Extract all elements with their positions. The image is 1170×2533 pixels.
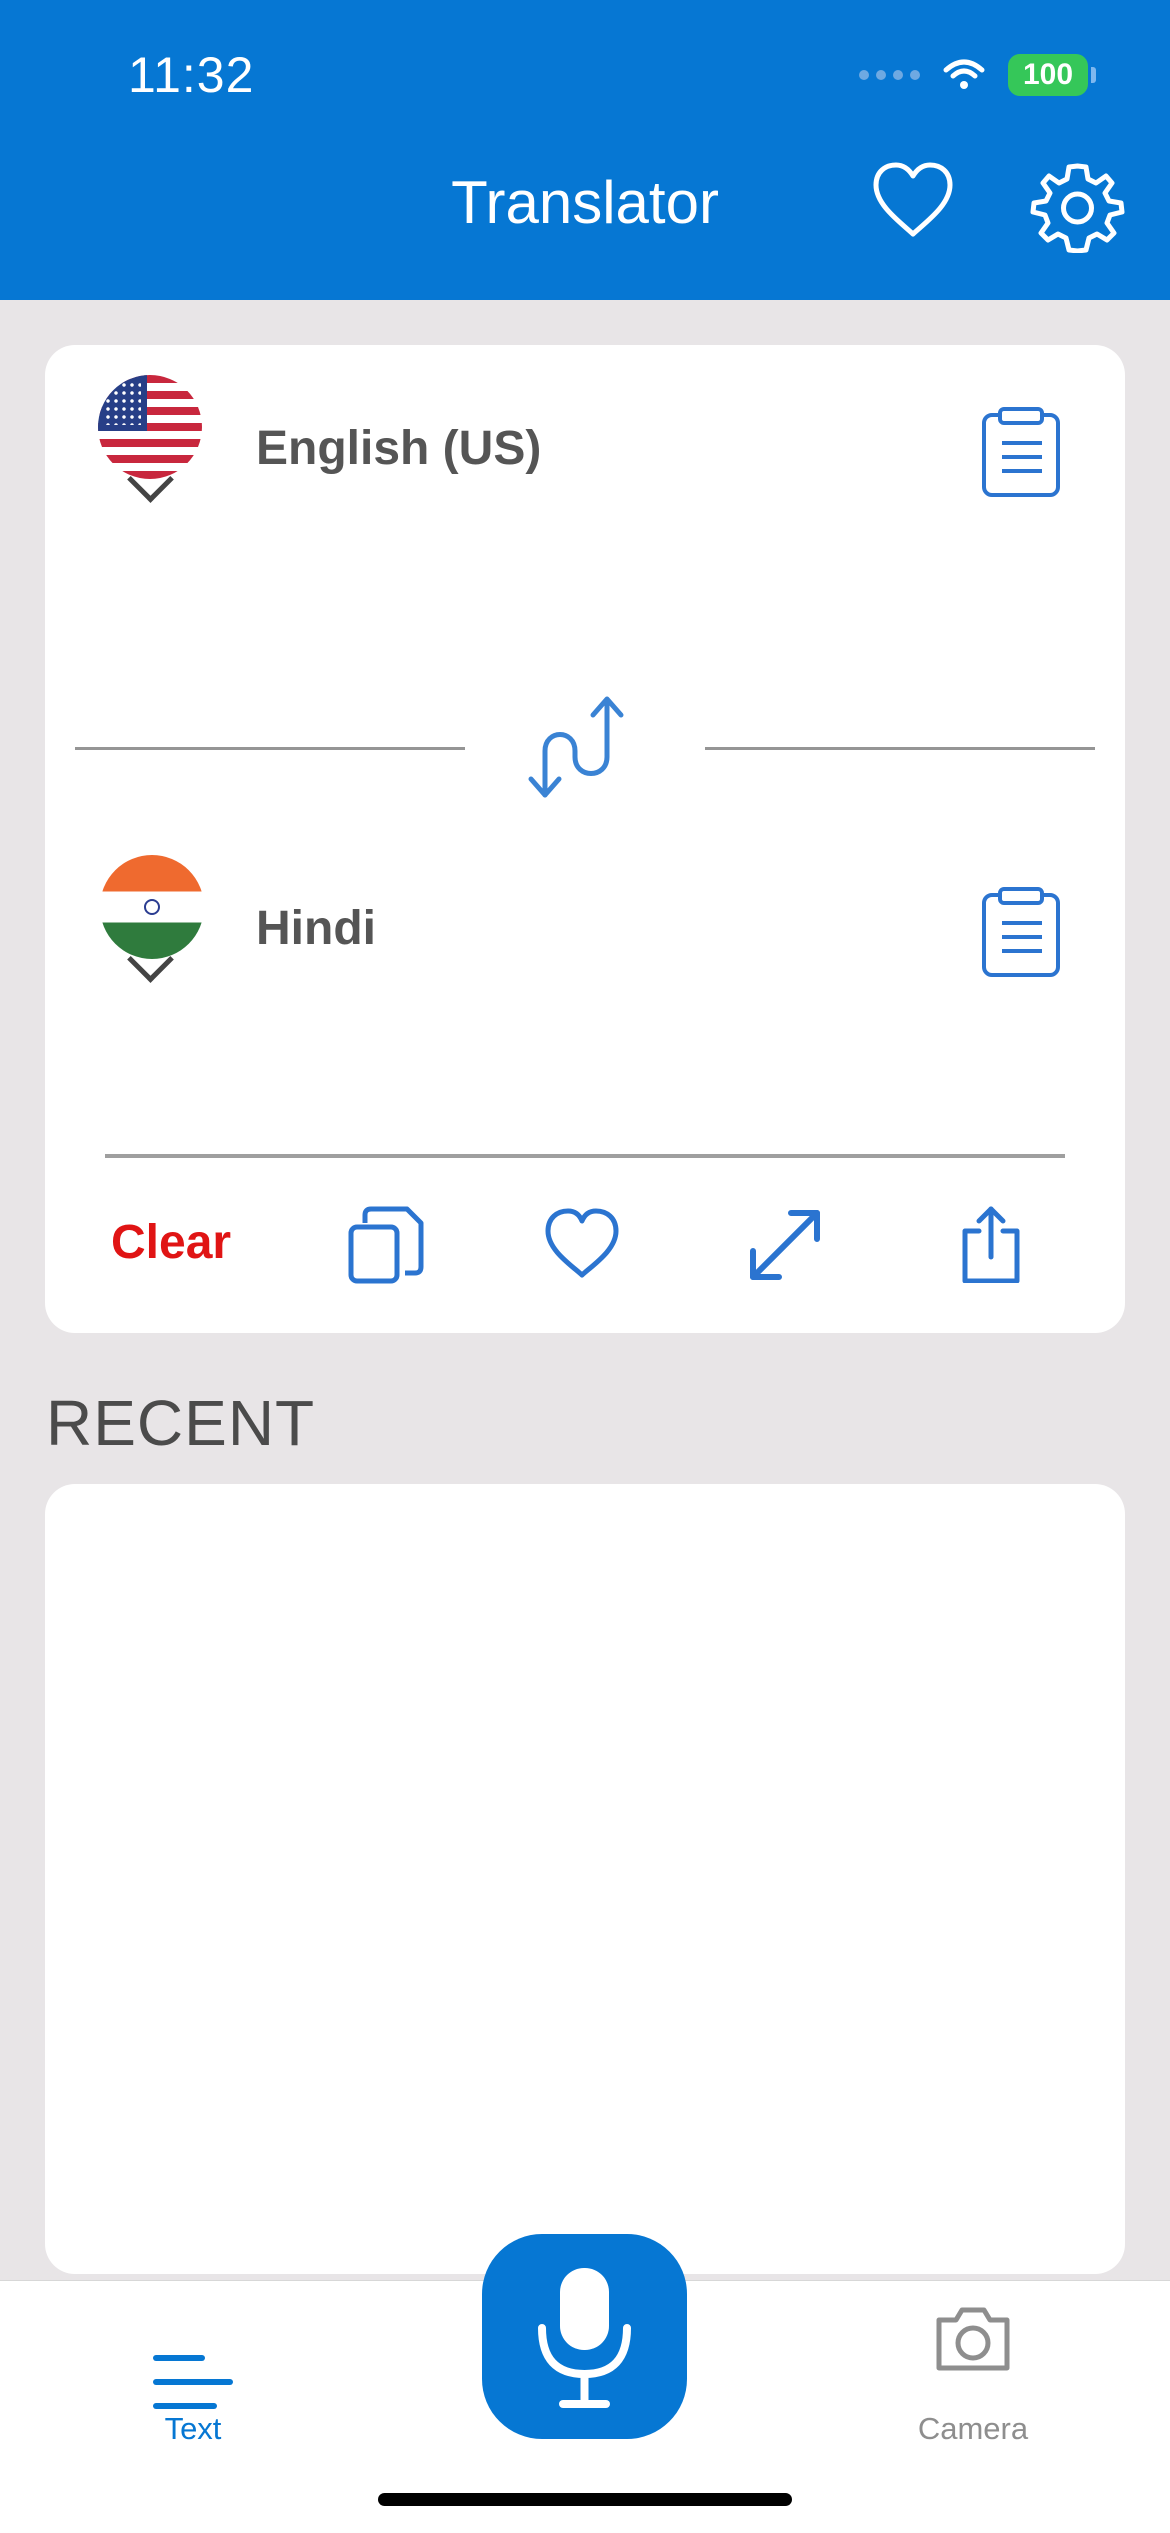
status-time: 11:32 <box>128 47 255 103</box>
swap-icon[interactable] <box>519 685 645 811</box>
clipboard-icon[interactable] <box>980 405 1062 499</box>
divider <box>75 747 465 750</box>
divider <box>705 747 1095 750</box>
target-language-label[interactable]: Hindi <box>256 901 376 956</box>
home-indicator <box>378 2493 792 2506</box>
expand-icon[interactable] <box>745 1205 825 1285</box>
heart-icon[interactable] <box>542 1205 622 1285</box>
source-language-label[interactable]: English (US) <box>256 421 541 476</box>
microphone-button[interactable] <box>482 2234 687 2439</box>
recent-list <box>45 1484 1125 2274</box>
share-icon[interactable] <box>951 1203 1031 1283</box>
clear-button[interactable]: Clear <box>111 1215 231 1270</box>
recent-section-title: RECENT <box>46 1387 316 1459</box>
battery-indicator: 100 <box>1008 54 1096 96</box>
page-title: Translator <box>451 169 719 236</box>
divider <box>105 1154 1065 1158</box>
camera-icon[interactable] <box>932 2298 1014 2380</box>
top-app-bar: 11:32 100 Translator <box>0 0 1170 300</box>
translator-card: English (US) Hindi Clear <box>45 345 1125 1333</box>
signal-icon <box>859 70 920 80</box>
gear-icon[interactable] <box>1030 158 1125 253</box>
tab-text[interactable]: Text <box>125 2411 261 2447</box>
lines-icon[interactable] <box>150 2350 236 2416</box>
status-indicators: 100 <box>859 54 1096 96</box>
heart-icon[interactable] <box>870 160 956 240</box>
wifi-icon <box>943 59 985 89</box>
microphone-icon <box>538 2268 631 2408</box>
action-bar: Clear <box>45 1195 1125 1295</box>
copy-icon[interactable] <box>345 1205 425 1285</box>
clipboard-icon[interactable] <box>980 885 1062 979</box>
tab-camera[interactable]: Camera <box>902 2411 1044 2447</box>
